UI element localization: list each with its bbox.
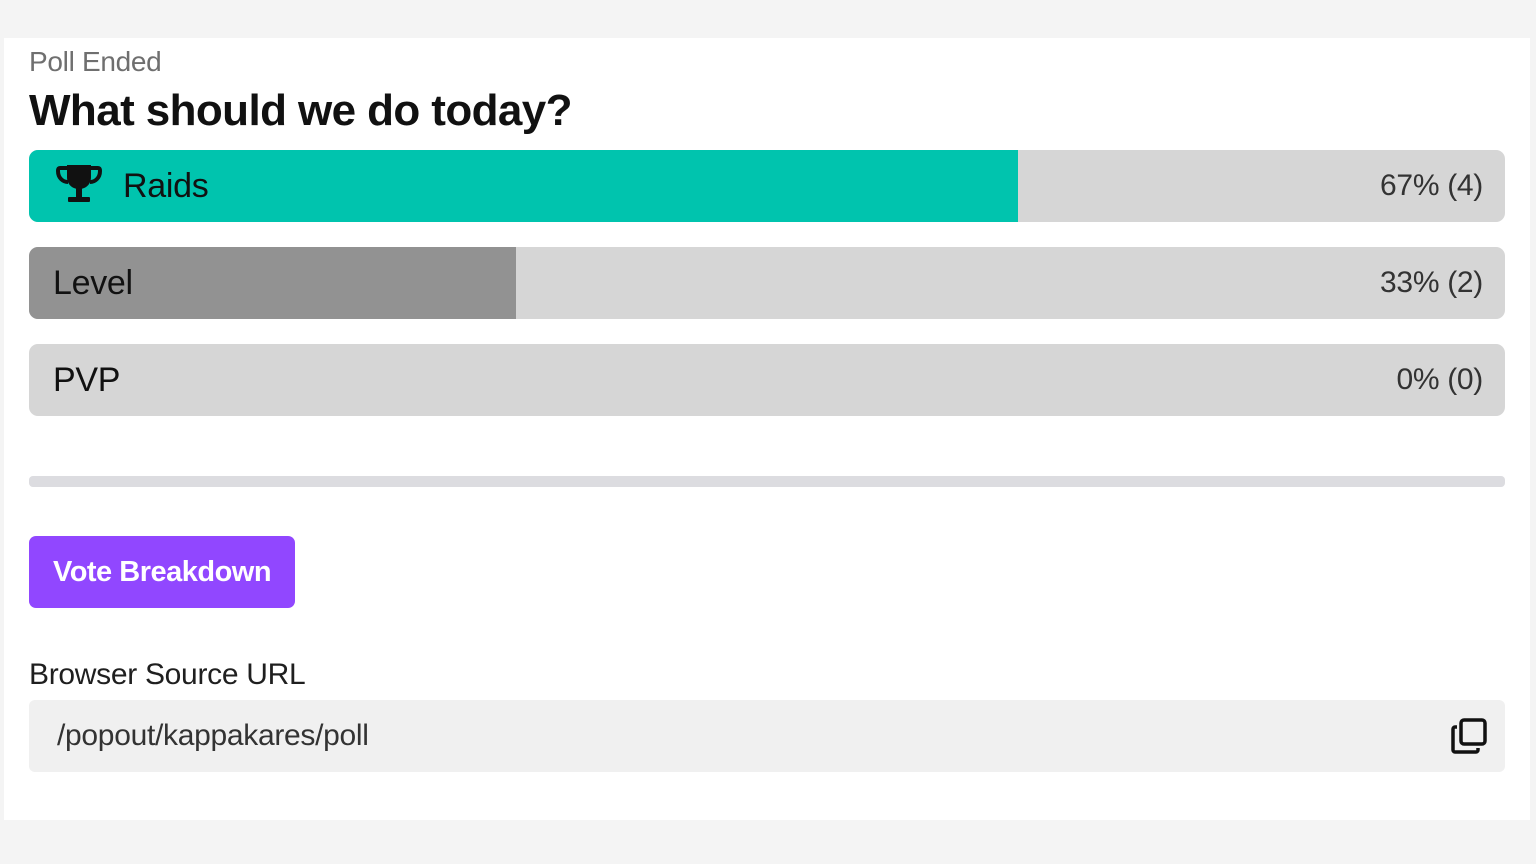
poll-option-result: 0% (0)	[1396, 363, 1483, 396]
poll-option-label: PVP	[53, 360, 121, 399]
poll-status: Poll Ended	[29, 46, 162, 77]
poll-panel: Poll Ended What should we do today? Raid…	[4, 38, 1530, 820]
poll-option-label: Level	[53, 263, 133, 302]
poll-option-result: 33% (2)	[1380, 266, 1483, 299]
browser-source-url-label: Browser Source URL	[29, 658, 306, 691]
vote-breakdown-button[interactable]: Vote Breakdown	[29, 536, 296, 608]
poll-option-raids: Raids 67% (4)	[29, 150, 1505, 222]
poll-question: What should we do today?	[29, 86, 573, 135]
copy-icon	[1451, 718, 1487, 754]
poll-option-label: Raids	[123, 166, 209, 205]
trophy-icon	[53, 158, 105, 215]
browser-source-url-input[interactable]	[57, 700, 1417, 772]
poll-option-result: 67% (4)	[1380, 169, 1483, 202]
copy-button[interactable]	[1447, 714, 1491, 758]
divider	[29, 476, 1505, 487]
poll-option-level: Level 33% (2)	[29, 247, 1505, 319]
browser-source-url-field	[29, 700, 1505, 772]
poll-option-pvp: PVP 0% (0)	[29, 344, 1505, 416]
